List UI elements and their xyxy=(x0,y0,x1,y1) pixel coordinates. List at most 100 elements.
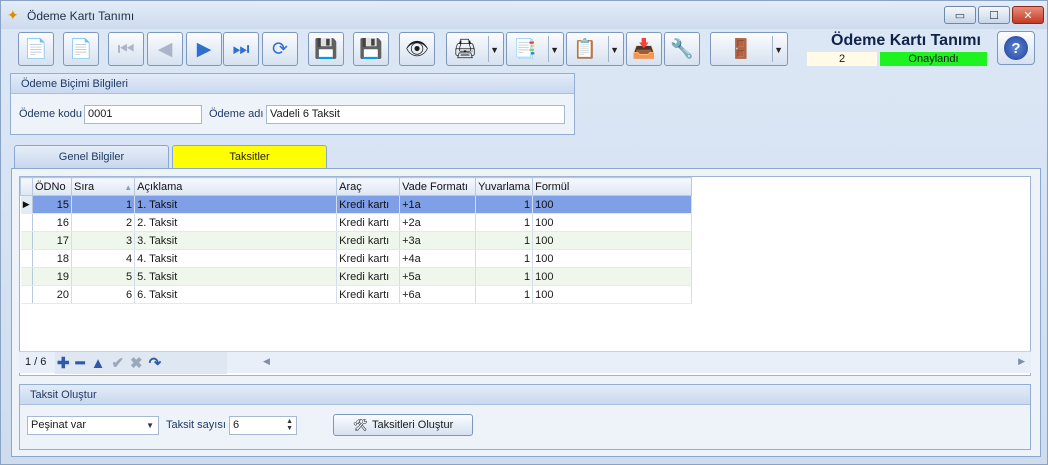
last-record-button[interactable]: ⏭ xyxy=(223,32,259,66)
cell-odno[interactable]: 17 xyxy=(32,231,72,250)
table-row[interactable]: ▶ 15 1 1. Taksit Kredi kartı +1a 1 100 xyxy=(20,195,693,214)
previous-record-button[interactable]: ◀ xyxy=(147,32,183,66)
record-number: 2 xyxy=(807,52,877,66)
chevron-down-icon[interactable]: ▼ xyxy=(774,45,783,55)
cell-formul[interactable]: 100 xyxy=(532,195,693,214)
cell-sira[interactable]: 4 xyxy=(71,249,136,268)
payment-code-field[interactable]: 0001 xyxy=(84,105,202,124)
close-button[interactable]: ✕ xyxy=(1012,6,1044,24)
table-row[interactable]: 16 2 2. Taksit Kredi kartı +2a 1 100 xyxy=(20,213,693,232)
cell-vade[interactable]: +1a xyxy=(399,195,477,214)
cell-arac[interactable]: Kredi kartı xyxy=(336,231,401,250)
payment-name-field[interactable]: Vadeli 6 Taksit xyxy=(266,105,565,124)
tab-general-info[interactable]: Genel Bilgiler xyxy=(14,145,169,169)
horizontal-scrollbar[interactable]: ◀ ▶ xyxy=(259,356,1029,370)
row-indicator xyxy=(20,249,33,268)
cell-yuvarlama[interactable]: 1 xyxy=(475,285,534,304)
cell-yuvarlama[interactable]: 1 xyxy=(475,249,534,268)
confirm-icon[interactable]: ✔ xyxy=(111,354,124,372)
previous-record-icon: ◀ xyxy=(157,38,173,60)
installment-count-field[interactable]: 6 ▲ ▼ xyxy=(229,416,297,435)
column-header-vade-formati[interactable]: Vade Formatı xyxy=(399,177,477,196)
import-button[interactable]: 📥 xyxy=(626,32,662,66)
cancel-icon[interactable]: ✖ xyxy=(130,354,143,372)
cell-sira[interactable]: 2 xyxy=(71,213,136,232)
redo-icon[interactable]: ↷ xyxy=(149,354,162,372)
cell-arac[interactable]: Kredi kartı xyxy=(336,285,401,304)
cell-odno[interactable]: 16 xyxy=(32,213,72,232)
cell-arac[interactable]: Kredi kartı xyxy=(336,195,401,214)
chevron-down-icon[interactable]: ▼ xyxy=(490,45,499,55)
cell-formul[interactable]: 100 xyxy=(532,267,693,286)
copy-button[interactable]: 📋 ▼ xyxy=(566,32,624,66)
help-button[interactable]: ? xyxy=(997,31,1035,65)
cell-sira[interactable]: 1 xyxy=(71,195,136,214)
table-row[interactable]: 17 3 3. Taksit Kredi kartı +3a 1 100 xyxy=(20,231,693,250)
spinner-icon[interactable]: ▲ ▼ xyxy=(286,418,293,432)
column-header-sira[interactable]: Sıra ▲ xyxy=(70,177,136,196)
cell-arac[interactable]: Kredi kartı xyxy=(336,267,401,286)
save-button[interactable]: 💾 xyxy=(308,32,344,66)
cell-vade[interactable]: +4a xyxy=(399,249,477,268)
column-header-yuvarlama[interactable]: Yuvarlama xyxy=(475,177,534,196)
cell-vade[interactable]: +3a xyxy=(399,231,477,250)
add-row-icon[interactable]: ✚ xyxy=(57,354,70,372)
create-installments-label: Taksitleri Oluştur xyxy=(371,419,454,431)
cell-sira[interactable]: 6 xyxy=(71,285,136,304)
cell-arac[interactable]: Kredi kartı xyxy=(336,213,401,232)
scroll-left-icon[interactable]: ◀ xyxy=(263,356,270,367)
cell-odno[interactable]: 18 xyxy=(32,249,72,268)
cell-aciklama[interactable]: 5. Taksit xyxy=(134,267,338,286)
delete-button[interactable]: 📄 xyxy=(63,32,99,66)
cell-vade[interactable]: +6a xyxy=(399,285,477,304)
cell-formul[interactable]: 100 xyxy=(532,213,693,232)
table-row[interactable]: 20 6 6. Taksit Kredi kartı +6a 1 100 xyxy=(20,285,693,304)
cell-aciklama[interactable]: 2. Taksit xyxy=(134,213,338,232)
create-installments-button[interactable]: 🛠 Taksitleri Oluştur xyxy=(333,414,473,436)
cell-vade[interactable]: +5a xyxy=(399,267,477,286)
cell-aciklama[interactable]: 3. Taksit xyxy=(134,231,338,250)
down-payment-select[interactable]: Peşinat var ▼ xyxy=(27,416,159,435)
refresh-button[interactable]: ⟳ xyxy=(262,32,298,66)
column-header-odno[interactable]: ÖDNo xyxy=(32,177,72,196)
cell-formul[interactable]: 100 xyxy=(532,249,693,268)
chevron-down-icon[interactable]: ▼ xyxy=(550,45,559,55)
cell-vade[interactable]: +2a xyxy=(399,213,477,232)
cell-aciklama[interactable]: 4. Taksit xyxy=(134,249,338,268)
remove-row-icon[interactable]: ━ xyxy=(76,354,85,372)
pdf-export-button[interactable]: 📑 ▼ xyxy=(506,32,564,66)
cell-sira[interactable]: 3 xyxy=(71,231,136,250)
cell-formul[interactable]: 100 xyxy=(532,285,693,304)
cell-odno[interactable]: 20 xyxy=(32,285,72,304)
cell-arac[interactable]: Kredi kartı xyxy=(336,249,401,268)
cell-aciklama[interactable]: 6. Taksit xyxy=(134,285,338,304)
table-row[interactable]: 19 5 5. Taksit Kredi kartı +5a 1 100 xyxy=(20,267,693,286)
column-header-formul[interactable]: Formül xyxy=(532,177,693,196)
minimize-button[interactable]: ▭ xyxy=(944,6,976,24)
move-up-icon[interactable]: ▲ xyxy=(91,355,106,372)
tools-button[interactable]: 🔧 xyxy=(664,32,700,66)
cell-yuvarlama[interactable]: 1 xyxy=(475,231,534,250)
scroll-right-icon[interactable]: ▶ xyxy=(1018,356,1025,367)
exit-button[interactable]: 🚪 ▼ xyxy=(710,32,788,66)
print-button[interactable]: 🖨 ▼ xyxy=(446,32,504,66)
next-record-button[interactable]: ▶ xyxy=(186,32,222,66)
cell-formul[interactable]: 100 xyxy=(532,231,693,250)
cell-sira[interactable]: 5 xyxy=(71,267,136,286)
cell-yuvarlama[interactable]: 1 xyxy=(475,267,534,286)
cell-yuvarlama[interactable]: 1 xyxy=(475,213,534,232)
tab-installments[interactable]: Taksitler xyxy=(172,145,327,169)
maximize-button[interactable]: ☐ xyxy=(978,6,1010,24)
first-record-button[interactable]: ⏮ xyxy=(108,32,144,66)
cell-aciklama[interactable]: 1. Taksit xyxy=(134,195,338,214)
cell-odno[interactable]: 19 xyxy=(32,267,72,286)
cell-odno[interactable]: 15 xyxy=(32,195,72,214)
column-header-aciklama[interactable]: Açıklama xyxy=(134,177,338,196)
cancel-save-button[interactable]: 💾 xyxy=(353,32,389,66)
cell-yuvarlama[interactable]: 1 xyxy=(475,195,534,214)
chevron-down-icon[interactable]: ▼ xyxy=(610,45,619,55)
table-row[interactable]: 18 4 4. Taksit Kredi kartı +4a 1 100 xyxy=(20,249,693,268)
new-button[interactable]: 📄 xyxy=(18,32,54,66)
preview-button[interactable]: 👁 xyxy=(399,32,435,66)
column-header-arac[interactable]: Araç xyxy=(336,177,401,196)
